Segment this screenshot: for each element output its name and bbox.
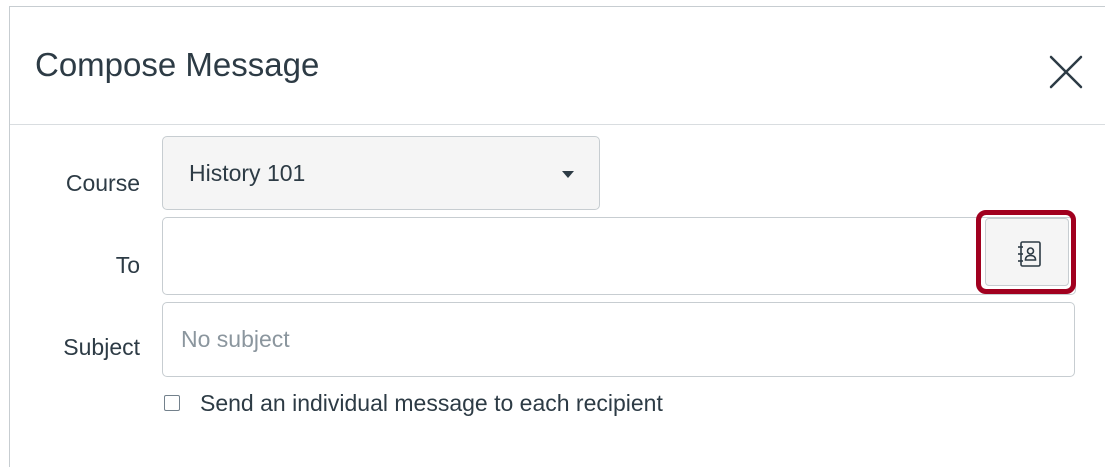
chevron-down-icon	[562, 171, 574, 178]
individual-message-checkbox[interactable]	[164, 395, 180, 411]
subject-input[interactable]	[162, 302, 1075, 377]
subject-label: Subject	[63, 334, 140, 360]
course-label: Course	[65, 170, 140, 196]
to-label: To	[115, 252, 140, 278]
close-icon	[1049, 55, 1083, 89]
dialog-header: Compose Message	[10, 7, 1105, 125]
course-selected-value: History 101	[189, 160, 306, 186]
address-book-highlight	[976, 210, 1076, 294]
course-select[interactable]: History 101	[162, 136, 600, 210]
individual-message-label[interactable]: Send an individual message to each recip…	[200, 389, 663, 417]
close-button[interactable]	[1047, 53, 1087, 93]
to-recipients-input[interactable]	[162, 217, 1076, 295]
individual-message-option: Send an individual message to each recip…	[164, 388, 864, 418]
dialog-title: Compose Message	[35, 46, 320, 83]
